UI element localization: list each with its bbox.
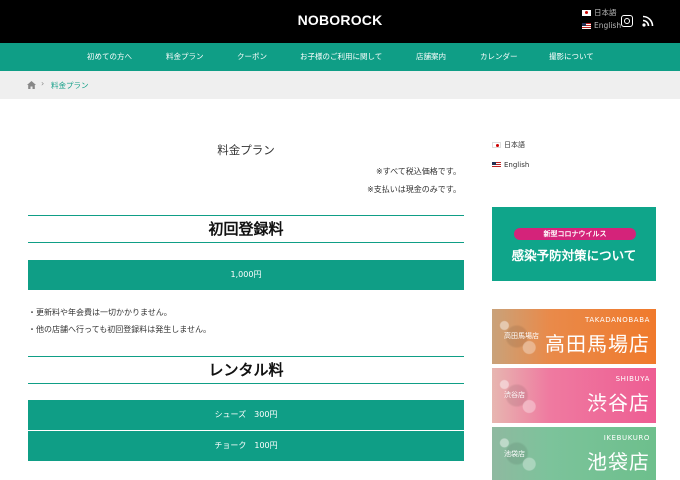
nav-item-photography[interactable]: 撮影について	[549, 43, 594, 71]
store-name-en: IKEBUKURO	[603, 434, 650, 442]
rss-icon[interactable]	[642, 15, 654, 27]
instagram-icon[interactable]	[621, 15, 633, 27]
japan-flag-icon	[582, 9, 591, 16]
lang-label: English	[504, 161, 530, 169]
store-small-label: 高田馬場店	[504, 332, 539, 340]
rental-shoes-price: シューズ 300円	[28, 400, 464, 430]
tax-note: ※すべて税込価格です。	[375, 167, 461, 176]
store-small-label: 渋谷店	[504, 391, 525, 399]
chevron-right-icon: ›	[41, 79, 45, 88]
home-icon[interactable]	[27, 81, 36, 89]
nav-item-stores[interactable]: 店舗案内	[416, 43, 446, 71]
store-banner-shibuya[interactable]: 渋谷店 SHIBUYA 渋谷店	[492, 368, 656, 423]
site-logo[interactable]: NOBOROCK	[0, 12, 680, 28]
nav-item-children[interactable]: お子様のご利用に関して	[300, 43, 382, 71]
store-name-en: SHIBUYA	[615, 375, 650, 383]
store-name-en: TAKADANOBABA	[585, 316, 650, 324]
nav-item-first-time[interactable]: 初めての方へ	[87, 43, 132, 71]
corona-measures-banner[interactable]: 新型コロナウイルス 感染予防対策について	[492, 207, 656, 281]
lang-label: 日本語	[504, 141, 525, 149]
main-nav: 初めての方へ 料金プラン クーポン お子様のご利用に関して 店舗案内 カレンダー…	[0, 43, 680, 71]
rental-chalk-price: チョーク 100円	[28, 431, 464, 461]
sidebar-lang-japanese[interactable]: 日本語	[492, 140, 525, 150]
corona-banner-title: 感染予防対策について	[511, 248, 637, 263]
registration-price: 1,000円	[28, 260, 464, 290]
page-title: 料金プラン	[217, 143, 275, 157]
sidebar-lang-english[interactable]: English	[492, 161, 529, 169]
header-language-switcher[interactable]: 日本語 English	[582, 6, 621, 32]
corona-pill: 新型コロナウイルス	[514, 228, 636, 240]
store-name-jp: 高田馬場店	[545, 332, 650, 356]
store-name-jp: 渋谷店	[587, 391, 650, 415]
lang-label: English	[594, 21, 622, 30]
store-name-jp: 池袋店	[587, 450, 650, 474]
registration-fee-heading: 初回登録料	[28, 215, 464, 243]
nav-item-pricing[interactable]: 料金プラン	[166, 43, 204, 71]
store-small-label: 池袋店	[504, 450, 525, 458]
rental-fee-heading: レンタル料	[28, 356, 464, 384]
nav-item-calendar[interactable]: カレンダー	[480, 43, 518, 71]
breadcrumb-current: 料金プラン	[51, 81, 89, 90]
registration-bullet: ・他の店舗へ行っても初回登録料は発生しません。	[28, 325, 211, 334]
lang-label: 日本語	[594, 8, 617, 17]
store-banner-ikebukuro[interactable]: 池袋店 IKEBUKURO 池袋店	[492, 427, 656, 480]
payment-note: ※支払いは現金のみです。	[367, 185, 461, 194]
us-flag-icon	[582, 22, 591, 29]
us-flag-icon	[492, 162, 501, 168]
japan-flag-icon	[492, 142, 501, 148]
lang-option-english[interactable]: English	[582, 19, 621, 32]
store-banner-takadanobaba[interactable]: 高田馬場店 TAKADANOBABA 高田馬場店	[492, 309, 656, 364]
nav-item-coupon[interactable]: クーポン	[237, 43, 267, 71]
registration-bullet: ・更新料や年会費は一切かかりません。	[28, 308, 172, 317]
lang-option-japanese[interactable]: 日本語	[582, 6, 621, 19]
breadcrumb	[0, 71, 680, 99]
